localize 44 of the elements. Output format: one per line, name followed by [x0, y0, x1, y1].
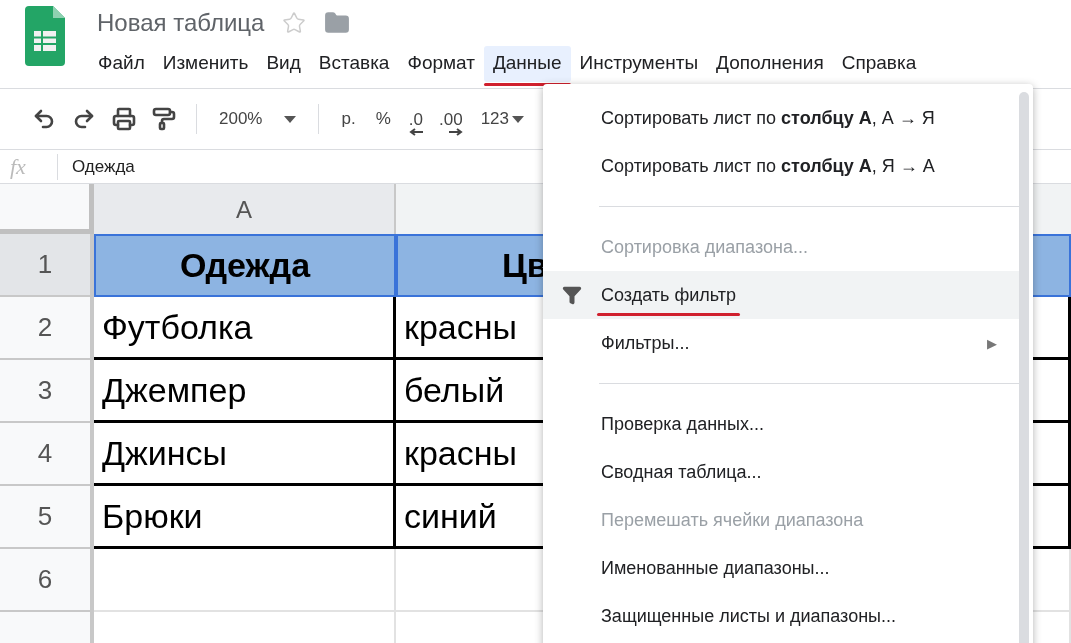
- zoom-select[interactable]: 200%: [213, 105, 303, 133]
- fx-label: fx: [0, 153, 58, 180]
- menu-item[interactable]: Сортировать лист по столбцу А, А → Я: [543, 94, 1019, 142]
- caret-icon: [512, 115, 524, 123]
- menu-tab[interactable]: Файл: [89, 46, 154, 82]
- select-all-corner[interactable]: [0, 184, 94, 234]
- table-cell: Джинсы: [94, 423, 396, 486]
- column-header[interactable]: A: [94, 184, 396, 234]
- menu-tab[interactable]: Вставка: [309, 46, 399, 82]
- increase-decimals-button[interactable]: .00: [435, 102, 467, 136]
- menu-tab[interactable]: Формат: [398, 46, 484, 82]
- formula-input[interactable]: Одежда: [72, 156, 135, 177]
- menu-item[interactable]: Защищенные листы и диапазоны...: [543, 592, 1019, 640]
- row-header[interactable]: 1: [0, 234, 94, 297]
- menu-tab[interactable]: Дополнения: [707, 46, 833, 82]
- menu-tab[interactable]: Инструменты: [570, 46, 708, 82]
- row-header[interactable]: 4: [0, 423, 94, 486]
- star-icon[interactable]: [282, 11, 307, 35]
- submenu-arrow-icon: ▶: [987, 335, 997, 351]
- row-header[interactable]: 5: [0, 486, 94, 549]
- filter-icon: [562, 285, 582, 305]
- scrollbar[interactable]: [1019, 92, 1029, 643]
- row-header[interactable]: 6: [0, 549, 94, 612]
- table-cell: Футболка: [94, 297, 396, 360]
- row-header[interactable]: 2: [0, 297, 94, 360]
- menu-tab[interactable]: Справка: [832, 46, 926, 82]
- number-format-select[interactable]: 123: [474, 105, 530, 133]
- row-header[interactable]: 3: [0, 360, 94, 423]
- arrow-right-icon: [448, 127, 463, 136]
- menu-item[interactable]: Сортировать лист по столбцу А, Я → А: [543, 142, 1019, 190]
- menu-item[interactable]: Создать фильтр: [543, 271, 1019, 319]
- menu-tab[interactable]: Вид: [257, 46, 310, 82]
- caret-icon: [284, 115, 297, 123]
- document-title[interactable]: Новая таблица: [97, 9, 265, 37]
- decrease-decimals-button[interactable]: .0: [404, 102, 427, 136]
- table-cell: Брюки: [94, 486, 396, 549]
- currency-button[interactable]: р.: [335, 105, 362, 133]
- folder-icon[interactable]: [324, 10, 351, 36]
- arrow-left-icon: [409, 127, 423, 136]
- table-cell: Джемпер: [94, 360, 396, 423]
- sheets-logo-icon: [24, 6, 65, 66]
- menu-tab[interactable]: Изменить: [153, 46, 258, 82]
- table-cell: Одежда: [94, 234, 396, 297]
- percent-button[interactable]: %: [369, 105, 397, 133]
